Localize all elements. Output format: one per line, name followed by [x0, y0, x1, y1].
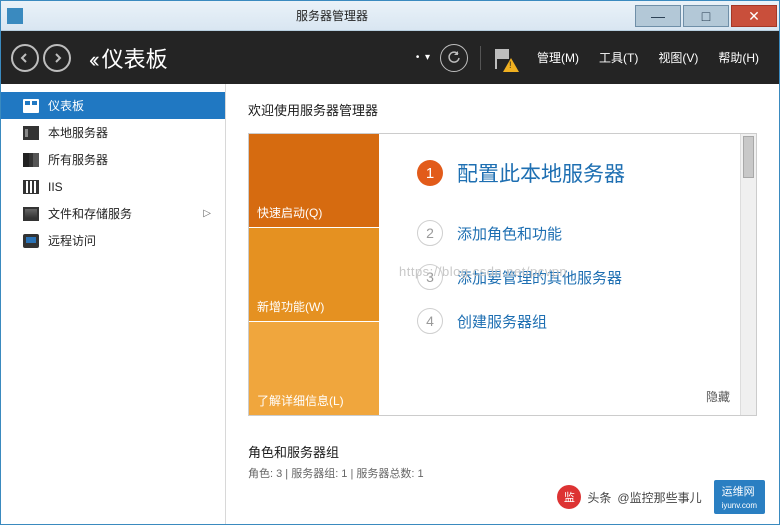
welcome-tabs: 快速启动(Q) 新增功能(W) 了解详细信息(L) — [249, 134, 379, 415]
step-link: 添加要管理的其他服务器 — [457, 267, 622, 288]
maximize-button[interactable]: □ — [683, 5, 729, 27]
navbar: ‹‹仪表板 • ▾ 管理(M) 工具(T) 视图(V) 帮助(H) — [1, 31, 779, 84]
arrow-right-icon — [51, 52, 63, 64]
sidebar-item-dashboard[interactable]: 仪表板 — [1, 92, 225, 119]
arrow-left-icon — [19, 52, 31, 64]
page-title: ‹‹仪表板 — [89, 42, 168, 74]
window-title: 服务器管理器 — [29, 7, 635, 24]
tab-quickstart[interactable]: 快速启动(Q) — [249, 134, 379, 227]
step-add-roles[interactable]: 2 添加角色和功能 — [417, 220, 726, 246]
forward-button[interactable] — [43, 44, 71, 72]
sidebar-item-file-storage[interactable]: 文件和存储服务 ▷ — [1, 200, 225, 227]
menu-view[interactable]: 视图(V) — [658, 49, 698, 66]
warning-icon — [503, 58, 519, 72]
sidebar-item-label: 仪表板 — [48, 97, 84, 114]
step-number: 1 — [417, 160, 443, 186]
sidebar: 仪表板 本地服务器 所有服务器 IIS 文件和存储服务 ▷ 远程访问 — [1, 84, 226, 524]
sidebar-item-label: IIS — [48, 180, 63, 194]
hide-link[interactable]: 隐藏 — [706, 388, 730, 405]
attribution: 监 头条 @监控那些事儿 运维网 iyunv.com — [557, 480, 765, 514]
avatar-icon: 监 — [557, 485, 581, 509]
brand-badge: 运维网 iyunv.com — [714, 480, 765, 514]
chevron-right-icon: ▷ — [203, 208, 211, 219]
step-add-servers[interactable]: 3 添加要管理的其他服务器 — [417, 264, 726, 290]
step-configure-local[interactable]: 1 配置此本地服务器 — [417, 158, 726, 188]
refresh-button[interactable] — [440, 44, 468, 72]
menu-manage[interactable]: 管理(M) — [537, 49, 579, 66]
iis-icon — [23, 180, 39, 194]
back-button[interactable] — [11, 44, 39, 72]
sidebar-item-iis[interactable]: IIS — [1, 173, 225, 200]
storage-icon — [23, 207, 39, 221]
welcome-heading: 欢迎使用服务器管理器 — [248, 100, 757, 119]
menu-tools[interactable]: 工具(T) — [599, 49, 638, 66]
servers-icon — [23, 153, 39, 167]
source-prefix: 头条 — [587, 489, 611, 506]
sidebar-item-label: 远程访问 — [48, 232, 96, 249]
sidebar-item-local-server[interactable]: 本地服务器 — [1, 119, 225, 146]
sidebar-item-remote-access[interactable]: 远程访问 — [1, 227, 225, 254]
step-link: 创建服务器组 — [457, 311, 547, 332]
step-link: 添加角色和功能 — [457, 223, 562, 244]
refresh-icon — [447, 51, 461, 65]
sidebar-item-label: 文件和存储服务 — [48, 205, 132, 222]
step-link: 配置此本地服务器 — [457, 158, 625, 188]
roles-heading: 角色和服务器组 — [248, 442, 757, 461]
app-icon — [7, 8, 23, 24]
body: 仪表板 本地服务器 所有服务器 IIS 文件和存储服务 ▷ 远程访问 欢迎使用服… — [1, 84, 779, 524]
separator — [480, 46, 481, 70]
server-icon — [23, 126, 39, 140]
notifications-button[interactable] — [493, 47, 515, 69]
step-number: 2 — [417, 220, 443, 246]
menu-help[interactable]: 帮助(H) — [718, 49, 759, 66]
source-name: @监控那些事儿 — [617, 489, 701, 506]
sidebar-item-label: 所有服务器 — [48, 151, 108, 168]
scrollbar[interactable] — [740, 134, 756, 415]
sidebar-item-all-servers[interactable]: 所有服务器 — [1, 146, 225, 173]
tab-whatsnew[interactable]: 新增功能(W) — [249, 227, 379, 321]
main-content: 欢迎使用服务器管理器 快速启动(Q) 新增功能(W) 了解详细信息(L) htt… — [226, 84, 779, 524]
quickstart-steps: https://blog.csdn.net/pcvpn 1 配置此本地服务器 2… — [379, 134, 756, 415]
dashboard-icon — [23, 99, 39, 113]
breadcrumb-dropdown[interactable]: • ▾ — [416, 52, 430, 63]
step-create-group[interactable]: 4 创建服务器组 — [417, 308, 726, 334]
sidebar-item-label: 本地服务器 — [48, 124, 108, 141]
step-number: 3 — [417, 264, 443, 290]
remote-icon — [23, 234, 39, 248]
roles-summary: 角色: 3 | 服务器组: 1 | 服务器总数: 1 — [248, 465, 757, 481]
titlebar: 服务器管理器 — □ ✕ — [1, 1, 779, 31]
minimize-button[interactable]: — — [635, 5, 681, 27]
welcome-tile: 快速启动(Q) 新增功能(W) 了解详细信息(L) https://blog.c… — [248, 133, 757, 416]
step-number: 4 — [417, 308, 443, 334]
tab-learnmore[interactable]: 了解详细信息(L) — [249, 321, 379, 415]
close-button[interactable]: ✕ — [731, 5, 777, 27]
